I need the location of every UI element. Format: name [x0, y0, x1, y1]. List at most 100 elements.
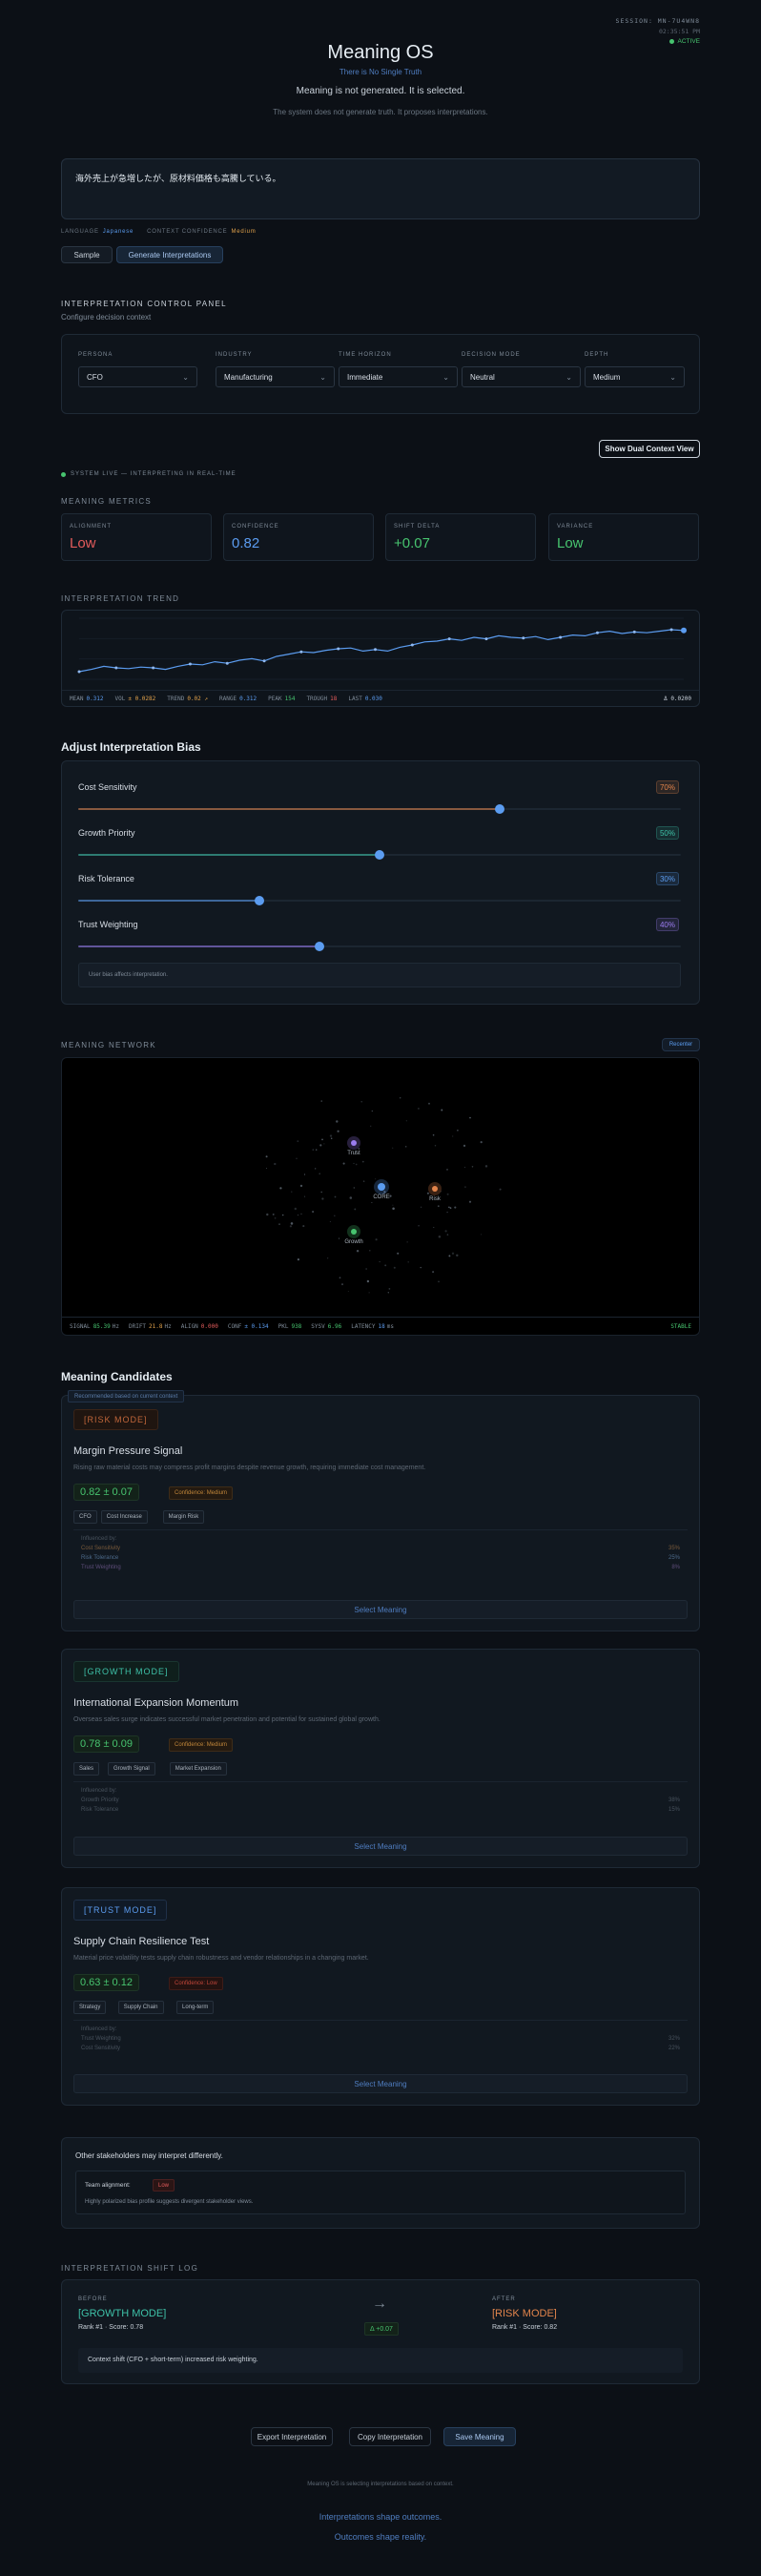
trend-point	[152, 666, 155, 670]
candidates-title: Meaning Candidates	[61, 1370, 173, 1383]
show-dual-context-button[interactable]: Show Dual Context View	[599, 440, 700, 458]
confidence-badge: Confidence: Low	[169, 1977, 223, 1990]
network-particle	[392, 1207, 395, 1211]
network-particle	[358, 1148, 360, 1150]
network-particle	[417, 1107, 420, 1110]
influence-value: 38%	[668, 1797, 680, 1803]
recommended-badge: Recommended based on current context	[68, 1390, 185, 1402]
candidate-desc: Rising raw material costs may compress p…	[73, 1465, 426, 1471]
trend-point	[188, 662, 192, 666]
slider-risk-tolerance[interactable]	[78, 896, 681, 905]
bias-note-box: User bias affects interpretation.	[78, 963, 681, 987]
tag-chip: Growth Signal	[108, 1762, 155, 1776]
trend-stats: MEAN 0.312 VOL ± 0.0282 TREND 0.02 ↗ RANGE 0.31…	[70, 696, 382, 702]
network-particle	[375, 1238, 378, 1241]
network-particle	[468, 1200, 472, 1203]
network-particle	[441, 1109, 443, 1111]
select-value: Medium	[593, 372, 621, 382]
slider-handle[interactable]	[375, 850, 384, 860]
candidate-card[interactable]: [GROWTH MODE] International Expansion Mom…	[61, 1649, 700, 1868]
network-particle	[446, 1169, 448, 1171]
select-label-2: TIME HORIZON	[339, 352, 392, 358]
trend-point	[299, 650, 303, 654]
node-risk[interactable]	[432, 1186, 438, 1192]
slider-label: Growth Priority	[78, 828, 135, 838]
chevron-down-icon: ⌄	[669, 372, 676, 382]
export-interpretation-button[interactable]: Export Interpretation	[251, 2427, 333, 2446]
after-label: AFTER	[492, 2296, 516, 2302]
network-particle	[444, 1230, 447, 1233]
trend-stat: TREND 0.02 ↗	[167, 696, 209, 702]
trend-point	[484, 637, 488, 641]
tag-chip: Cost Increase	[100, 1510, 148, 1524]
recenter-button[interactable]: Recenter	[662, 1038, 700, 1051]
network-particle	[484, 1165, 488, 1168]
network-particle	[384, 1264, 387, 1267]
slider-value: 30%	[656, 872, 679, 885]
network-particle	[392, 1204, 394, 1206]
save-meaning-button[interactable]: Save Meaning	[443, 2427, 516, 2446]
metric-label: SHIFT DELTA	[394, 524, 441, 530]
slider-trust-weighting[interactable]	[78, 942, 681, 951]
candidate-card[interactable]: [TRUST MODE] Supply Chain Resilience Test…	[61, 1887, 700, 2106]
network-particle	[319, 1173, 320, 1174]
tag-chip: Long-term	[176, 2001, 215, 2014]
slider-value: 70%	[656, 780, 679, 794]
select-persona[interactable]: CFO ⌄	[78, 366, 197, 387]
network-particle	[428, 1102, 430, 1105]
network-particle	[342, 1162, 345, 1165]
network-particle	[405, 1120, 407, 1122]
network-particle	[456, 1254, 459, 1257]
select-industry[interactable]: Manufacturing ⌄	[216, 366, 335, 387]
select-time-horizon[interactable]: Immediate ⌄	[339, 366, 458, 387]
slider-cost-sensitivity[interactable]	[78, 804, 681, 814]
trend-divider	[62, 690, 699, 691]
slider-handle[interactable]	[254, 896, 264, 905]
network-particle	[365, 1268, 367, 1270]
network-stat: SYSV 6.96	[311, 1323, 342, 1330]
network-particle	[353, 1187, 356, 1189]
copy-interpretation-button[interactable]: Copy Interpretation	[349, 2427, 431, 2446]
node-core[interactable]	[378, 1183, 385, 1191]
select-meaning-button[interactable]: Select Meaning	[73, 2074, 688, 2093]
network-particle	[454, 1206, 457, 1209]
trend-stat: LAST 0.030	[348, 696, 382, 702]
select-depth[interactable]: Medium ⌄	[585, 366, 685, 387]
slider-handle[interactable]	[314, 942, 324, 951]
tag-chip: Supply Chain	[117, 2001, 164, 2014]
node-growth[interactable]	[351, 1229, 357, 1235]
language-indicator: LANGUAGE Japanese CONTEXT CONFIDENCE Med…	[61, 229, 257, 235]
select-meaning-button[interactable]: Select Meaning	[73, 1600, 688, 1619]
network-particle	[480, 1141, 483, 1144]
stakeholder-title: Other stakeholders may interpret differe…	[75, 2151, 223, 2160]
trend-delta: Δ 0.0200	[664, 696, 691, 702]
slider-growth-priority[interactable]	[78, 850, 681, 860]
session-id: SESSION: MN-7U4WN8	[615, 17, 700, 25]
network-particle	[323, 1143, 325, 1145]
trend-point	[669, 628, 673, 632]
before-label: BEFORE	[78, 2296, 108, 2302]
slider-fill	[78, 854, 380, 856]
generate-interpretations-button[interactable]: Generate Interpretations	[116, 246, 223, 263]
network-particle	[397, 1252, 400, 1255]
page-subtitle: There is No Single Truth	[339, 68, 422, 76]
select-decision-mode[interactable]: Neutral ⌄	[462, 366, 581, 387]
meaning-network[interactable]: Trust CORE Risk Growth SIGNAL 85.39 Hz DRIFT 21…	[61, 1057, 700, 1336]
card-divider	[73, 2020, 688, 2021]
slider-fill	[78, 945, 319, 947]
network-graph[interactable]: Trust CORE Risk Growth	[62, 1058, 701, 1316]
tag-chip: Sales	[73, 1762, 100, 1776]
select-meaning-button[interactable]: Select Meaning	[73, 1837, 688, 1856]
network-particle	[420, 1266, 422, 1269]
metrics-title: MEANING METRICS	[61, 497, 153, 506]
candidate-card[interactable]: Recommended based on current context [RIS…	[61, 1390, 700, 1631]
context-confidence-value: Medium	[231, 229, 257, 235]
sample-button[interactable]: Sample	[61, 246, 113, 263]
trend-stat: VOL ± 0.0282	[114, 696, 156, 702]
input-textarea[interactable]: 海外売上が急増したが、原材料価格も高騰している。	[61, 158, 700, 219]
page-title: Meaning OS	[327, 42, 434, 63]
trend-point	[262, 659, 266, 663]
network-particle	[451, 1252, 455, 1255]
node-trust[interactable]	[351, 1140, 357, 1146]
network-particle	[369, 1250, 371, 1252]
